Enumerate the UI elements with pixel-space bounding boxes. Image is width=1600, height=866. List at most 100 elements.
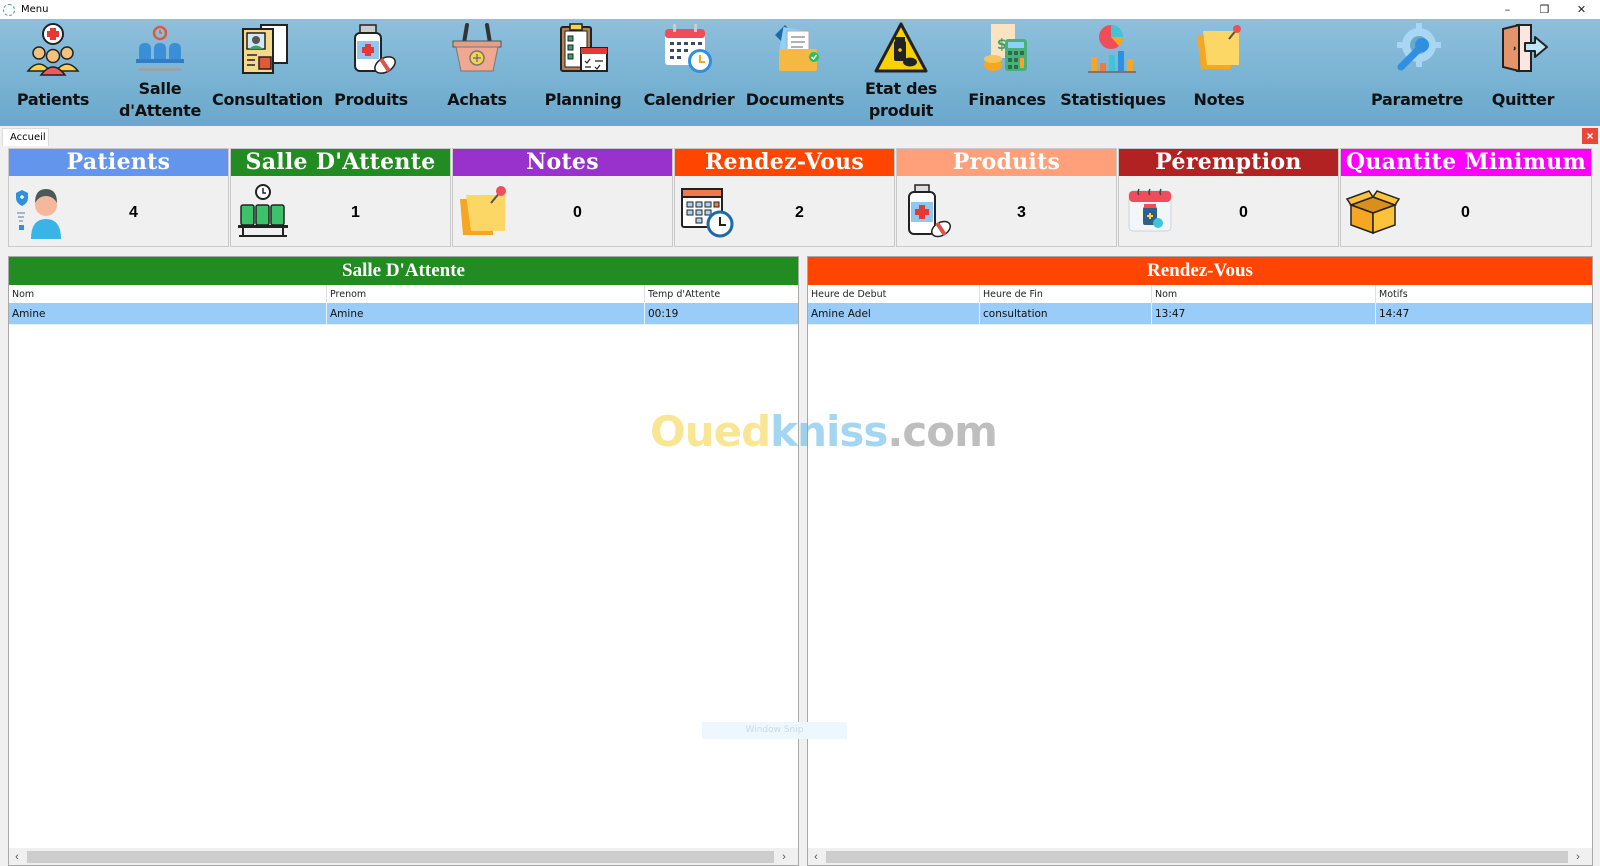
- close-tab-button[interactable]: ×: [1582, 128, 1598, 144]
- ribbon-documents-button[interactable]: Documents: [742, 19, 848, 126]
- column-header-start-time[interactable]: Heure de Debut: [808, 285, 980, 303]
- waiting-room-grid[interactable]: Salle D'Attente Nom Prenom Temp d'Attent…: [8, 256, 799, 866]
- scroll-right-button[interactable]: ›: [1570, 851, 1586, 863]
- ribbon-label: Notes: [1193, 90, 1245, 109]
- ribbon-label: Salle d'Attente: [118, 79, 202, 120]
- card-patients[interactable]: Patients 4: [8, 148, 229, 247]
- cell-reasons[interactable]: 14:47: [1376, 303, 1592, 324]
- column-header-wait-time[interactable]: Temp d'Attente: [645, 285, 798, 303]
- calculator-money-icon: $: [984, 24, 1027, 71]
- calendar-clock-icon: [665, 24, 712, 73]
- column-header-name[interactable]: Nom: [1152, 285, 1376, 303]
- medicine-bottle-icon: [354, 24, 396, 74]
- ribbon-quit-button[interactable]: Quitter: [1470, 19, 1576, 126]
- ribbon-label: Calendrier: [643, 90, 735, 109]
- calendar-clock-icon: [681, 188, 734, 238]
- close-window-button[interactable]: ✕: [1563, 0, 1600, 19]
- ribbon-products-button[interactable]: Produits: [318, 19, 424, 126]
- table-row[interactable]: Amine Adel consultation 13:47 14:47: [808, 303, 1592, 325]
- scroll-thumb[interactable]: [826, 850, 1568, 863]
- card-value: 0: [1461, 204, 1470, 221]
- ribbon-label: Finances: [968, 90, 1046, 109]
- card-title: Notes: [453, 149, 672, 176]
- ribbon-calendar-button[interactable]: Calendrier: [636, 19, 742, 126]
- ribbon-product-status-button[interactable]: Etat des produit: [848, 19, 954, 126]
- ribbon-statistics-button[interactable]: Statistiques: [1060, 19, 1166, 126]
- column-header-reasons[interactable]: Motifs: [1376, 285, 1592, 303]
- grid-header: Nom Prenom Temp d'Attente: [9, 285, 798, 303]
- waiting-room-chairs-icon: [136, 25, 184, 71]
- restore-button[interactable]: ❐: [1526, 0, 1563, 19]
- card-title: Salle D'Attente: [231, 149, 450, 176]
- ribbon-label: Produits: [334, 90, 408, 109]
- cell-nom[interactable]: Amine: [9, 303, 327, 324]
- minimize-button[interactable]: –: [1489, 0, 1526, 19]
- scroll-left-button[interactable]: ‹: [9, 851, 25, 863]
- card-title: Rendez-Vous: [675, 149, 894, 176]
- card-value: 1: [351, 204, 360, 221]
- ribbon-label: Documents: [745, 90, 845, 109]
- window-title: Menu: [21, 4, 49, 15]
- card-waiting-room[interactable]: Salle D'Attente 1: [230, 148, 451, 247]
- ribbon-label: Planning: [544, 90, 622, 109]
- cell-end-time[interactable]: consultation: [980, 303, 1152, 324]
- window-snip-overlay: Window Snip: [702, 722, 847, 739]
- tab-accueil[interactable]: Accueil: [2, 128, 49, 146]
- main-ribbon: Patients Salle d'Attente Consultation Pr…: [0, 19, 1600, 126]
- app-icon: [3, 3, 15, 16]
- sticky-note-icon: [1197, 25, 1241, 69]
- ribbon-waiting-room-button[interactable]: Salle d'Attente: [107, 19, 213, 126]
- column-header-end-time[interactable]: Heure de Fin: [980, 285, 1152, 303]
- documents-folder-icon: [775, 25, 819, 71]
- ribbon-finances-button[interactable]: $ Finances: [954, 19, 1060, 126]
- ribbon-label: Quitter: [1491, 90, 1555, 109]
- appointments-grid[interactable]: Rendez-Vous Heure de Debut Heure de Fin …: [807, 256, 1593, 866]
- statistics-chart-icon: [1088, 25, 1136, 73]
- ribbon-label: Achats: [447, 90, 507, 109]
- settings-wrench-icon: [1397, 23, 1441, 71]
- ribbon-planning-button[interactable]: Planning: [530, 19, 636, 126]
- scroll-right-button[interactable]: ›: [776, 851, 792, 863]
- shopping-basket-icon: [452, 23, 502, 72]
- scroll-left-button[interactable]: ‹: [808, 851, 824, 863]
- cell-name[interactable]: 13:47: [1152, 303, 1376, 324]
- open-box-icon: [1345, 190, 1401, 235]
- clipboard-planning-icon: [560, 23, 608, 72]
- card-expiry[interactable]: Péremption 0: [1118, 148, 1339, 247]
- waiting-room-grid-title: Salle D'Attente: [9, 257, 798, 285]
- card-value: 2: [795, 204, 804, 221]
- card-notes[interactable]: Notes 0: [452, 148, 673, 247]
- scroll-thumb[interactable]: [27, 850, 774, 863]
- ribbon-purchases-button[interactable]: Achats: [424, 19, 530, 126]
- medical-file-icon: [242, 24, 288, 74]
- watermark: Ouedkniss.com: [650, 407, 998, 456]
- ribbon-settings-button[interactable]: Parametre: [1364, 19, 1470, 126]
- expiry-calendar-icon: [1128, 188, 1172, 232]
- ribbon-label: Patients: [16, 90, 90, 109]
- horizontal-scrollbar[interactable]: ‹ ›: [9, 848, 798, 865]
- ribbon-consultation-button[interactable]: Consultation: [212, 19, 323, 126]
- card-appointments[interactable]: Rendez-Vous 2: [674, 148, 895, 247]
- cell-prenom[interactable]: Amine: [327, 303, 645, 324]
- column-header-prenom[interactable]: Prenom: [327, 285, 645, 303]
- ribbon-notes-button[interactable]: Notes: [1166, 19, 1272, 126]
- table-row[interactable]: Amine Amine 00:19: [9, 303, 798, 325]
- watermark-part: .com: [887, 407, 997, 456]
- tab-strip: Accueil ×: [0, 126, 1600, 146]
- sticky-note-icon: [460, 186, 506, 235]
- ribbon-label: Etat des produit: [864, 79, 938, 120]
- card-title: Patients: [9, 149, 228, 176]
- card-minimum-quantity[interactable]: Quantite Minimum 0: [1340, 148, 1592, 247]
- column-header-nom[interactable]: Nom: [9, 285, 327, 303]
- grid-header: Heure de Debut Heure de Fin Nom Motifs: [808, 285, 1592, 303]
- card-products[interactable]: Produits 3: [896, 148, 1117, 247]
- watermark-part: Oued: [650, 407, 771, 456]
- horizontal-scrollbar[interactable]: ‹ ›: [808, 848, 1592, 865]
- ribbon-label: Parametre: [1371, 90, 1463, 109]
- cell-wait-time[interactable]: 00:19: [645, 303, 798, 324]
- ribbon-patients-button[interactable]: Patients: [0, 19, 106, 126]
- patients-group-icon: [26, 23, 80, 76]
- cell-start-time[interactable]: Amine Adel: [808, 303, 980, 324]
- patient-avatar-icon: [16, 189, 61, 239]
- waiting-chairs-icon: [238, 184, 288, 237]
